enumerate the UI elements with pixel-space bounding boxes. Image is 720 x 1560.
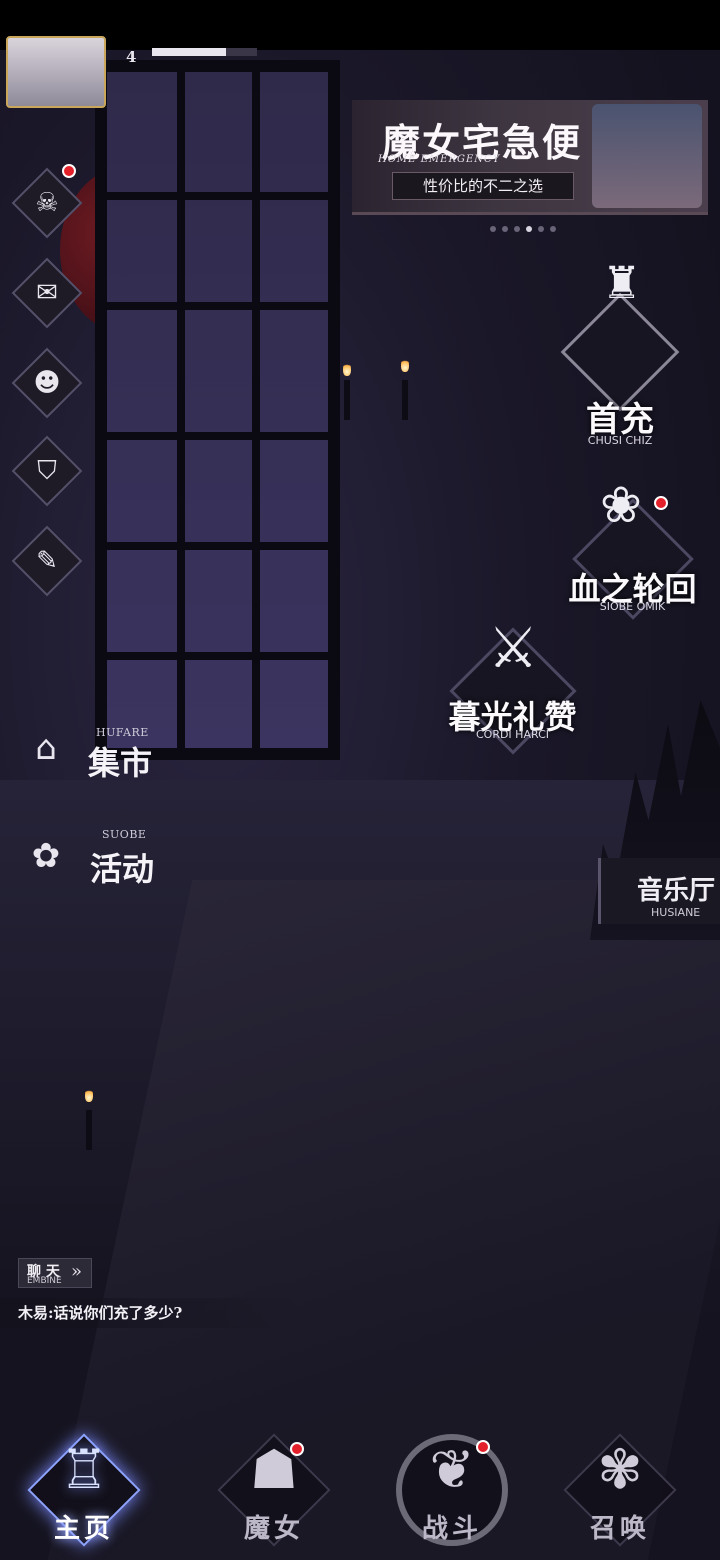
nav-witch-notification-dot (290, 1442, 304, 1456)
chevron-right-icon: » (71, 1261, 83, 1282)
banner-page-dot[interactable] (514, 226, 520, 232)
first-charge-button[interactable]: ♜ 首充 CHUSI CHIZ (550, 254, 690, 454)
mail-button[interactable]: ✉ (11, 257, 83, 329)
bag-icon: ⛉ (37, 456, 57, 486)
open-book-icon: ❦ (429, 1438, 475, 1501)
chat-button[interactable]: 聊 天 EMBINE » (18, 1258, 92, 1288)
activity-label-en: SUOBE (102, 828, 147, 841)
music-hall-button[interactable]: 音乐厅 HUSIANE (598, 858, 720, 924)
blood-cycle-notification-dot (654, 496, 668, 510)
exp-bar-fill (152, 48, 226, 56)
twilight-tribute-button[interactable]: ⚔ 暮光礼赞 CORDI HARCI (440, 610, 585, 780)
rose-summon-icon: ✾ (597, 1438, 643, 1501)
status-bar (0, 0, 720, 50)
nav-summon-label: 召唤 (589, 1514, 650, 1544)
activity-button[interactable]: ✿ SUOBE 活动 (10, 828, 170, 888)
winged-sword-icon: ⚔ (488, 616, 539, 681)
nav-witch-label: 魔女 (243, 1514, 304, 1544)
player-level: 4 (126, 48, 137, 66)
nav-summon[interactable]: ✾ 召唤 (550, 1420, 690, 1560)
nav-battle-notification-dot (476, 1440, 490, 1454)
witch-hood-icon: ☗ (249, 1438, 299, 1501)
banner-page-dot[interactable] (526, 226, 532, 232)
nav-witch[interactable]: ☗ 魔女 (204, 1420, 344, 1560)
mail-icon: ✉ (36, 278, 58, 308)
market-stall-icon: ⌂ (35, 728, 57, 768)
chat-last-message[interactable]: 木易:话说你们充了多少? (0, 1298, 300, 1328)
profile-button[interactable]: ☠ (11, 164, 83, 239)
nav-home-label: 主页 (53, 1514, 114, 1544)
rose-icon: ❀ (600, 476, 642, 534)
banner-page-dot[interactable] (502, 226, 508, 232)
banner-page-dot[interactable] (538, 226, 544, 232)
profile-notification-dot (62, 164, 76, 178)
scroll-button[interactable]: ✎ (11, 525, 83, 597)
nav-battle-label: 战斗 (421, 1514, 482, 1544)
banner-page-dot[interactable] (490, 226, 496, 232)
scroll-icon: ✎ (36, 546, 58, 576)
profile-card-icon: ☠ (35, 188, 59, 218)
music-hall-label-en: HUSIANE (651, 906, 701, 919)
nav-battle[interactable]: ❦ 战斗 (382, 1420, 522, 1560)
bag-button[interactable]: ⛉ (11, 435, 83, 507)
banner-character-art (592, 104, 702, 208)
banner-tagline: 性价比的不二之选 (392, 172, 574, 200)
gothic-window (95, 60, 340, 760)
activity-label: 活动 (90, 850, 155, 888)
promo-banner[interactable]: 魔女宅急便 HOME EMERGENCY 性价比的不二之选 (352, 100, 708, 215)
castle-icon: ♖ (59, 1438, 109, 1501)
market-label: 集市 (88, 744, 153, 782)
chat-message-text: 木易:话说你们充了多少? (18, 1304, 183, 1322)
nav-home[interactable]: ♖ 主页 (14, 1420, 154, 1560)
player-avatar[interactable] (6, 36, 106, 108)
banner-page-dot[interactable] (550, 226, 556, 232)
music-hall-label: 音乐厅 (637, 876, 716, 906)
chat-label-en: EMBINE (27, 1276, 62, 1286)
first-charge-label-en: CHUSI CHIZ (587, 434, 653, 447)
friends-button[interactable]: ☻ (11, 347, 83, 419)
exp-bar (152, 48, 257, 56)
activity-gift-icon: ✿ (31, 836, 61, 876)
banner-subtitle: HOME EMERGENCY (378, 154, 501, 165)
banner-pagination[interactable] (490, 226, 556, 232)
twilight-tribute-label-en: CORDI HARCI (475, 728, 549, 741)
friends-icon: ☻ (33, 368, 61, 398)
chef-hat-icon: ♜ (602, 258, 642, 309)
market-button[interactable]: ⌂ HUFARE 集市 (10, 720, 170, 782)
